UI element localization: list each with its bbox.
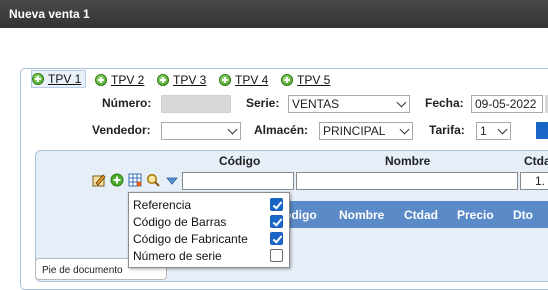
option-label: Código de Barras xyxy=(133,215,227,229)
checkbox[interactable] xyxy=(270,215,283,228)
dropdown-icon[interactable] xyxy=(165,174,179,188)
chevron-down-icon xyxy=(396,97,407,108)
search-icon[interactable] xyxy=(146,173,160,187)
search-options-popup: Referencia Código de Barras Código de Fa… xyxy=(128,192,290,268)
tab-label: TPV 2 xyxy=(111,73,145,87)
serie-select[interactable]: VENTAS xyxy=(288,95,410,113)
chevron-down-icon xyxy=(497,124,508,135)
fecha-input[interactable]: 09-05-2022 xyxy=(471,95,543,113)
chevron-down-icon xyxy=(227,124,238,135)
tab-tpv-5[interactable]: TPV 5 xyxy=(281,72,330,88)
checkbox[interactable] xyxy=(270,198,283,211)
option-numero-serie[interactable]: Número de serie xyxy=(133,247,285,265)
col-precio: Precio xyxy=(457,208,494,222)
tarifa-value: 1 xyxy=(480,124,487,138)
col-nombre: Nombre xyxy=(339,208,385,222)
option-codigo-barras[interactable]: Código de Barras xyxy=(133,213,285,231)
checkbox[interactable] xyxy=(270,249,283,262)
chevron-down-icon xyxy=(399,124,410,135)
codigo-input[interactable] xyxy=(182,172,294,190)
add-icon xyxy=(157,74,169,86)
almacen-select[interactable]: PRINCIPAL xyxy=(319,122,413,140)
option-label: Código de Fabricante xyxy=(133,232,248,246)
edit-icon[interactable] xyxy=(92,173,106,187)
add-icon xyxy=(281,74,293,86)
serie-value: VENTAS xyxy=(292,97,340,111)
add-icon xyxy=(95,74,107,86)
lines-table-header: ódigo Nombre Ctdad Precio Dto xyxy=(270,201,548,228)
col-dto: Dto xyxy=(513,208,533,222)
fecha-label: Fecha: xyxy=(425,96,464,110)
action-button[interactable] xyxy=(536,122,548,139)
tab-tpv-1[interactable]: TPV 1 xyxy=(31,70,87,88)
grid-icon[interactable] xyxy=(128,173,142,187)
nombre-header: Nombre xyxy=(385,154,431,168)
option-label: Número de serie xyxy=(133,249,222,263)
tab-tpv-4[interactable]: TPV 4 xyxy=(219,72,268,88)
ctdad-header: Ctda xyxy=(524,154,548,168)
option-label: Referencia xyxy=(133,198,192,212)
tarifa-select[interactable]: 1 xyxy=(476,122,511,140)
option-codigo-fabricante[interactable]: Código de Fabricante xyxy=(133,230,285,248)
serie-label: Serie: xyxy=(246,96,280,110)
almacen-value: PRINCIPAL xyxy=(323,124,386,138)
option-referencia[interactable]: Referencia xyxy=(133,196,285,214)
tab-label: TPV 5 xyxy=(297,73,331,87)
window-titlebar: Nueva venta 1 xyxy=(0,0,548,28)
tab-tpv-2[interactable]: TPV 2 xyxy=(95,72,144,88)
tab-label: TPV 3 xyxy=(173,73,207,87)
ctdad-input[interactable]: 1. xyxy=(520,172,548,190)
checkbox[interactable] xyxy=(270,232,283,245)
window-title: Nueva venta 1 xyxy=(9,7,90,21)
almacen-label: Almacén: xyxy=(254,123,309,137)
numero-field[interactable] xyxy=(161,95,231,113)
vendedor-label: Vendedor: xyxy=(92,123,151,137)
tarifa-label: Tarifa: xyxy=(429,123,465,137)
add-icon xyxy=(32,73,44,85)
col-ctdad: Ctdad xyxy=(404,208,438,222)
vendedor-select[interactable] xyxy=(161,122,241,140)
numero-label: Número: xyxy=(102,96,152,110)
tab-tpv-3[interactable]: TPV 3 xyxy=(157,72,206,88)
tab-label: TPV 1 xyxy=(48,72,82,86)
add-icon[interactable] xyxy=(110,173,124,187)
nombre-input[interactable] xyxy=(296,172,518,190)
add-icon xyxy=(219,74,231,86)
codigo-header: Código xyxy=(219,154,261,168)
tab-label: TPV 4 xyxy=(235,73,269,87)
